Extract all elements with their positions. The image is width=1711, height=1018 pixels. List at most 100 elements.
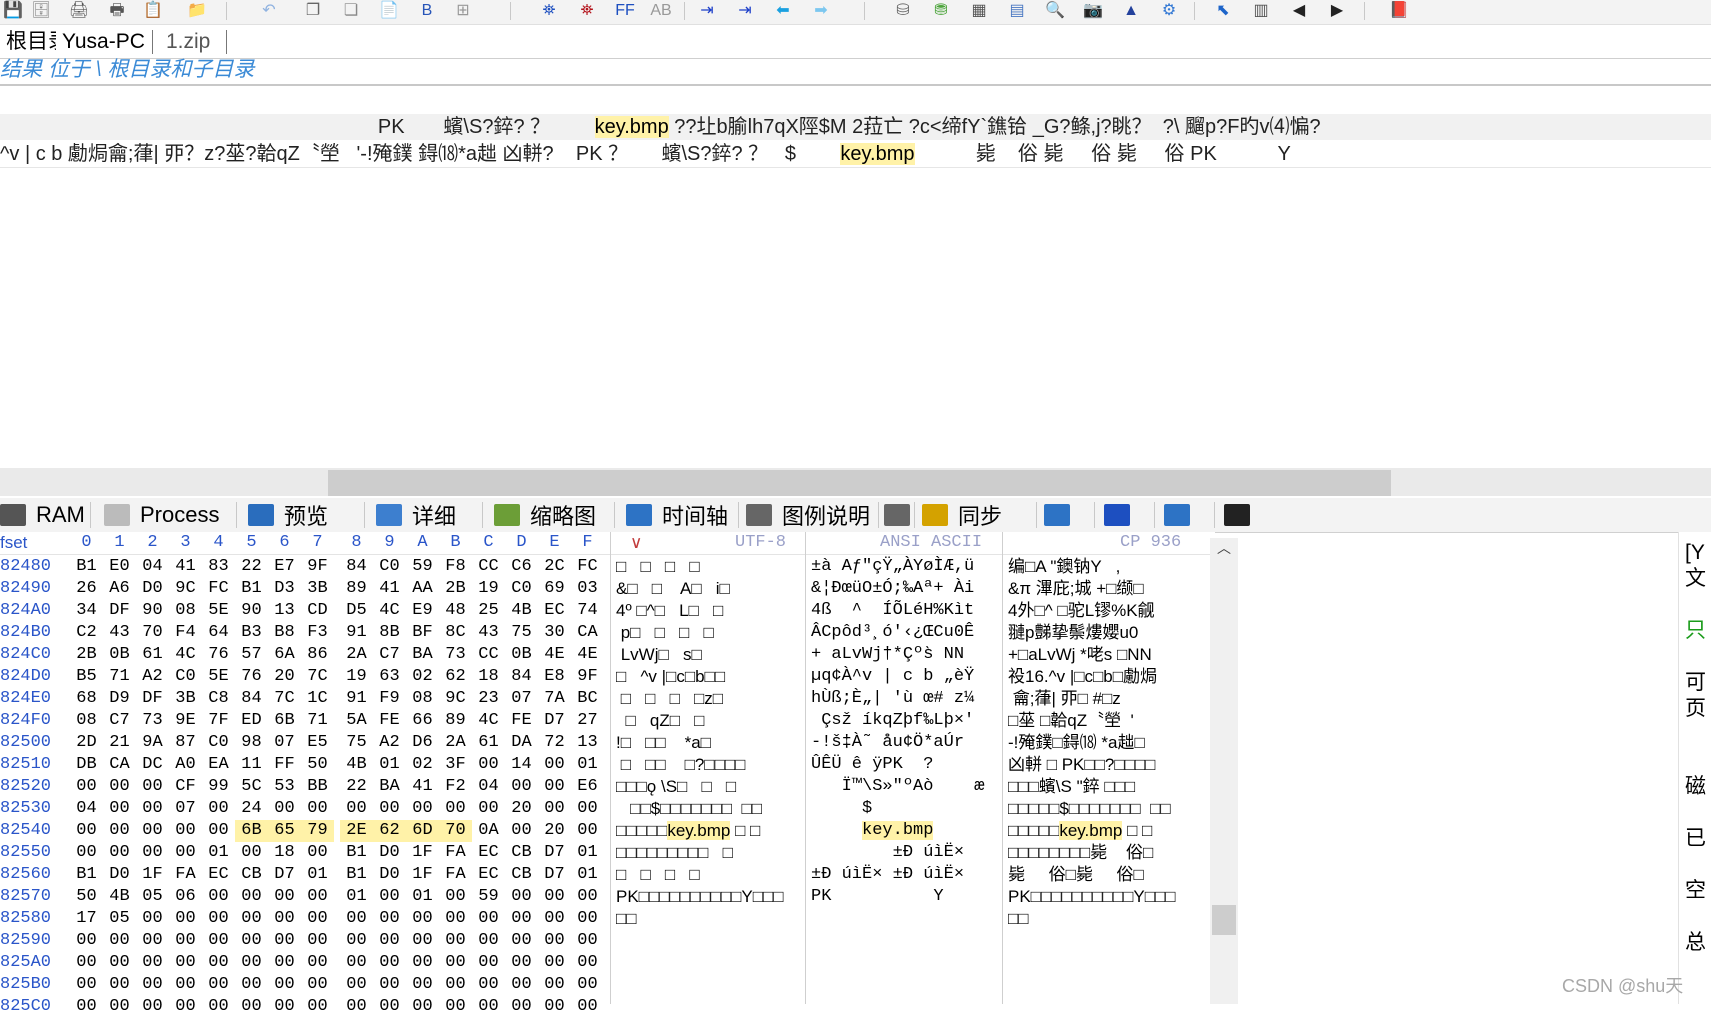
hex-byte[interactable]: F2 [439,776,472,798]
hex-byte[interactable]: 6D [406,820,439,842]
hex-byte[interactable]: DF [136,688,169,710]
ansi-text[interactable]: ÛÊÜ ê ÿPK ? [811,754,999,776]
hex-byte[interactable]: 59 [406,556,439,578]
hex-byte[interactable]: 00 [136,974,169,996]
lower-tab[interactable]: 图例说明 [746,498,870,532]
ansi-text[interactable]: ±Ð úìË× ±Ð úìË× [811,864,999,886]
hex-byte[interactable]: 70 [439,820,472,842]
hex-byte[interactable]: 4C [169,644,202,666]
hex-byte[interactable]: B3 [235,622,268,644]
hex-byte[interactable]: F8 [439,556,472,578]
hex-byte[interactable]: 13 [268,600,301,622]
hex-byte[interactable]: F9 [373,688,406,710]
ram-icon[interactable]: ▦ [966,0,992,22]
settings-gear-icon[interactable]: ⚙ [1156,0,1182,22]
ansi-text[interactable]: µq¢À^v | c b „èŸ [811,666,999,688]
hex-byte[interactable]: B1 [70,864,103,886]
hex-byte[interactable]: 00 [538,930,571,952]
hex-byte[interactable]: 00 [301,952,334,974]
hex-byte[interactable]: 22 [235,556,268,578]
hex-byte[interactable]: 00 [406,908,439,930]
hex-byte[interactable]: 00 [103,974,136,996]
hex-byte[interactable]: 00 [406,974,439,996]
hex-byte[interactable]: 00 [571,930,604,952]
hex-byte[interactable]: 76 [202,644,235,666]
utf8-text[interactable]: □ □□ □?□□□□ [616,754,802,776]
hex-byte[interactable]: CC [472,644,505,666]
hex-byte[interactable]: 91 [340,622,373,644]
hex-byte[interactable]: 7C [301,666,334,688]
hex-byte[interactable]: 00 [301,798,334,820]
utf8-text[interactable]: □□ [616,908,802,930]
hex-byte[interactable]: 00 [538,996,571,1018]
hex-byte[interactable]: 22 [340,776,373,798]
ansi-text[interactable]: -!š‡À˜ åu¢Ö*aÚr [811,732,999,754]
hex-byte[interactable]: 00 [70,842,103,864]
ansi-text[interactable]: PK Y [811,886,999,908]
printer-setup-icon[interactable]: 🖶 [104,0,130,22]
hex-data-area[interactable]: 82480 B1 E0 04 41 83 22 E7 9F 84 C0 59 F8 CC C6 2C FC □ □… [0,556,1215,1016]
hex-byte[interactable]: 3F [439,754,472,776]
lower-tab[interactable] [1044,498,1080,532]
hex-byte[interactable]: 00 [472,974,505,996]
find-text-icon[interactable]: ⛯ [536,0,562,22]
hex-byte[interactable]: 53 [268,776,301,798]
hex-byte[interactable]: D0 [373,842,406,864]
hex-byte[interactable]: 04 [472,776,505,798]
hex-byte[interactable]: 9E [169,710,202,732]
scroll-up-arrow-icon[interactable]: ︿ [1214,538,1234,558]
hex-byte[interactable]: 99 [202,776,235,798]
hex-byte[interactable]: 4C [472,710,505,732]
ansi-text[interactable]: + aLvWj†*Çºs̀ NN [811,644,999,666]
utf8-text[interactable]: □ qZ□ □ [616,710,802,732]
hex-byte[interactable]: 00 [235,886,268,908]
cp936-text[interactable]: 4外□^ □驼L镠%K觎 [1008,600,1208,622]
cp936-text[interactable]: □□□蠙\S "錊 □□□ [1008,776,1208,798]
hex-byte[interactable]: 00 [70,820,103,842]
print-icon[interactable]: 🖨 [66,0,92,22]
hex-byte[interactable]: 61 [136,644,169,666]
hex-byte[interactable]: 6B [235,820,268,842]
hex-byte[interactable]: 69 [538,578,571,600]
hex-byte[interactable]: FF [268,754,301,776]
cp936-text[interactable]: 龠;葎| 丣□ #□z [1008,688,1208,710]
hex-byte[interactable]: 00 [571,908,604,930]
cp936-text[interactable]: □莝 □韐qZ〝塋 ' [1008,710,1208,732]
hex-byte[interactable]: 00 [538,974,571,996]
hex-byte[interactable]: 00 [136,842,169,864]
hex-byte[interactable]: 00 [340,930,373,952]
hex-byte[interactable]: 00 [301,974,334,996]
hex-byte[interactable]: 72 [538,732,571,754]
hex-byte[interactable]: 04 [70,798,103,820]
hex-byte[interactable]: 00 [235,908,268,930]
hex-byte[interactable]: 14 [505,754,538,776]
hex-byte[interactable]: 5A [340,710,373,732]
hex-byte[interactable]: 2D [70,732,103,754]
hex-byte[interactable]: CD [301,600,334,622]
hex-byte[interactable]: D7 [538,864,571,886]
hex-byte[interactable]: 00 [301,842,334,864]
hex-byte[interactable]: 00 [169,952,202,974]
hex-byte[interactable]: B1 [70,556,103,578]
hex-byte[interactable]: 00 [103,996,136,1018]
hex-byte[interactable]: FE [505,710,538,732]
forward-arrow-icon[interactable]: ➡ [808,0,834,22]
hex-byte[interactable]: D5 [340,600,373,622]
hex-byte[interactable]: E6 [571,776,604,798]
hex-byte[interactable]: 00 [235,996,268,1018]
cp936-text[interactable]: □□□□□□□□毙 俗□ [1008,842,1208,864]
hex-byte[interactable]: 62 [373,820,406,842]
hex-byte[interactable]: D7 [538,842,571,864]
hex-byte[interactable]: 00 [505,886,538,908]
hex-byte[interactable]: 1F [136,864,169,886]
hex-byte[interactable]: 41 [373,578,406,600]
hex-byte[interactable]: 00 [136,798,169,820]
save-all-icon[interactable]: 🗄 [28,0,54,22]
hex-byte[interactable]: 7C [268,688,301,710]
replace-text-icon[interactable]: AB [648,0,674,22]
cp936-text[interactable]: 翴p豑挚鬃熡孆u0 [1008,622,1208,644]
hex-byte[interactable]: 00 [340,952,373,974]
hex-byte[interactable]: 84 [235,688,268,710]
hex-byte[interactable]: 00 [538,886,571,908]
hex-byte[interactable]: B1 [235,578,268,600]
